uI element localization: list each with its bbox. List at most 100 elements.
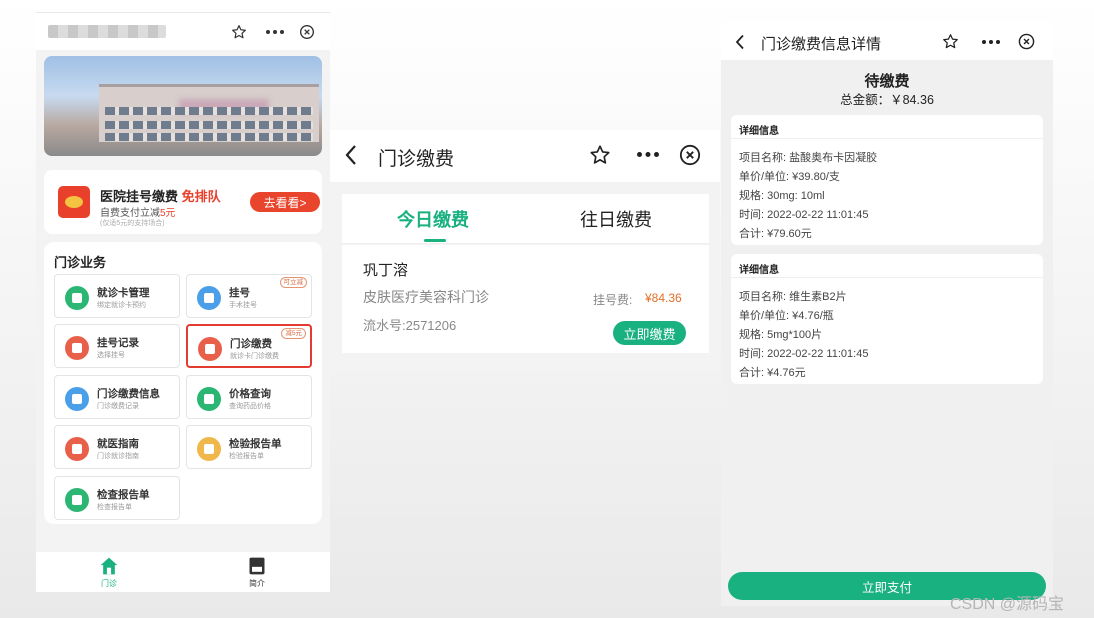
nav-bar: 门诊缴费 xyxy=(330,130,720,182)
outpatient-services-card: 门诊业务 就诊卡管理 绑定就诊卡预约 挂号 手术挂号 可立减 挂号记录 选择挂号 门诊缴费 就诊… xyxy=(44,242,322,524)
subtotal: 合计: ¥4.76元 xyxy=(739,367,806,379)
more-icon[interactable] xyxy=(264,23,286,41)
unit-price: 单价/单位: ¥39.80/支 xyxy=(739,171,840,183)
service-subtitle: 检查报告单 xyxy=(97,504,132,511)
fee-amount: ¥84.36 xyxy=(645,291,682,305)
service-subtitle: 选择挂号 xyxy=(97,352,125,359)
discount-badge: 可立减 xyxy=(279,277,307,288)
service-name: 价格查询 xyxy=(229,388,271,400)
fee-label: 挂号费: xyxy=(593,293,633,307)
page-title: 门诊缴费 xyxy=(378,149,455,170)
payment-status: 待缴费 xyxy=(864,73,910,90)
more-icon[interactable] xyxy=(636,151,660,158)
tab-today[interactable]: 今日缴费 xyxy=(397,206,469,232)
service-subtitle: 就诊卡门诊缴费 xyxy=(230,353,279,360)
service-button[interactable]: 挂号记录 选择挂号 xyxy=(54,324,180,368)
guide-icon xyxy=(65,437,89,461)
promo-title: 医院挂号缴费 免排队 xyxy=(100,189,221,204)
nav-bar: 门诊缴费信息详情 xyxy=(721,22,1053,60)
payment-detail-screen: 门诊缴费信息详情 待缴费 总金额：￥84.36 详细信息 项目名称: 盐酸奥布卡… xyxy=(721,22,1053,606)
more-icon[interactable] xyxy=(981,39,1001,45)
promo-subtitle: 自费支付立减5元 xyxy=(100,208,176,219)
subtotal: 合计: ¥79.60元 xyxy=(739,228,812,240)
mini-program-topbar xyxy=(36,12,330,50)
star-icon[interactable] xyxy=(942,33,959,50)
service-name: 挂号 xyxy=(229,287,250,299)
tab-outpatient[interactable]: 门诊 xyxy=(88,556,130,590)
service-button[interactable]: 价格查询查询药品价格 xyxy=(186,375,312,419)
close-icon[interactable] xyxy=(298,23,316,41)
service-subtitle: 查询药品价格 xyxy=(229,403,271,410)
service-button[interactable]: 检验报告单 检验报告单 xyxy=(186,425,312,469)
spec: 规格: 5mg*100片 xyxy=(739,329,823,341)
department: 皮肤医疗美容科门诊 xyxy=(363,289,489,305)
service-button[interactable]: 就医指南门诊就诊指南 xyxy=(54,425,180,469)
service-subtitle: 检验报告单 xyxy=(229,453,264,460)
promo-fine-print: (仅适5元的支持场合) xyxy=(100,220,165,227)
item-name: 项目名称: 维生素B2片 xyxy=(739,291,847,303)
back-icon[interactable] xyxy=(735,34,745,50)
service-button[interactable]: 门诊缴费信息门诊缴费记录 xyxy=(54,375,180,419)
hospital-banner-image xyxy=(44,56,322,156)
section-title: 门诊业务 xyxy=(54,255,107,270)
detail-card-2: 详细信息 项目名称: 维生素B2片 单价/单位: ¥4.76/瓶 规格: 5mg… xyxy=(731,254,1043,384)
payment-list-screen: 门诊缴费 今日缴费 往日缴费 巩丁溶 皮肤医疗美容科门诊 流水号:2571206… xyxy=(330,130,720,370)
back-icon[interactable] xyxy=(344,144,358,166)
service-button[interactable]: 就诊卡管理绑定就诊卡预约 xyxy=(54,274,180,318)
service-name: 门诊缴费 xyxy=(230,338,272,350)
service-subtitle: 手术挂号 xyxy=(229,302,257,309)
unit-price: 单价/单位: ¥4.76/瓶 xyxy=(739,310,834,322)
time: 时间: 2022-02-22 11:01:45 xyxy=(739,209,869,221)
service-subtitle: 绑定就诊卡预约 xyxy=(97,302,146,309)
service-name: 就医指南 xyxy=(97,438,139,450)
pay-now-button[interactable]: 立即缴费 xyxy=(613,321,686,345)
wallet-icon xyxy=(198,337,222,361)
service-button[interactable]: 挂号手术挂号 可立减 xyxy=(186,274,312,318)
active-tab-indicator xyxy=(424,239,446,242)
detail-card-1: 详细信息 项目名称: 盐酸奥布卡因凝胶 单价/单位: ¥39.80/支 规格: … xyxy=(731,115,1043,245)
csdn-watermark: CSDN @源码宝 xyxy=(950,596,1065,613)
tab-label: 门诊 xyxy=(101,579,117,588)
detail-header: 详细信息 xyxy=(739,265,779,276)
tab-history[interactable]: 往日缴费 xyxy=(580,206,652,232)
intro-icon xyxy=(247,556,267,576)
item-name: 项目名称: 盐酸奥布卡因凝胶 xyxy=(739,152,878,164)
service-name: 就诊卡管理 xyxy=(97,287,150,299)
close-icon[interactable] xyxy=(1018,33,1035,50)
tab-intro[interactable]: 简介 xyxy=(236,556,278,590)
close-icon[interactable] xyxy=(679,144,701,166)
payment-tabs: 今日缴费 往日缴费 xyxy=(342,194,709,244)
service-name: 检查报告单 xyxy=(97,489,150,501)
price-icon xyxy=(197,387,221,411)
red-packet-icon xyxy=(58,186,90,218)
service-name: 挂号记录 xyxy=(97,337,139,349)
time: 时间: 2022-02-22 11:01:45 xyxy=(739,348,869,360)
blurred-app-title xyxy=(48,25,166,38)
home-icon xyxy=(99,556,119,576)
service-subtitle: 门诊就诊指南 xyxy=(97,453,139,460)
spec: 规格: 30mg: 10ml xyxy=(739,190,825,202)
star-icon[interactable] xyxy=(230,23,248,41)
payment-record-card[interactable]: 巩丁溶 皮肤医疗美容科门诊 流水号:2571206 挂号费: ¥84.36 立即… xyxy=(342,245,709,353)
service-name: 检验报告单 xyxy=(229,438,282,450)
record-icon xyxy=(65,336,89,360)
service-name: 门诊缴费信息 xyxy=(97,388,160,400)
clock-icon xyxy=(197,286,221,310)
check-report-icon xyxy=(65,488,89,512)
bottom-tabbar: 门诊 简介 xyxy=(36,552,330,592)
home-screen: 医院挂号缴费 免排队 自费支付立减5元 (仅适5元的支持场合) 去看看> 门诊业… xyxy=(36,12,330,592)
report-icon xyxy=(197,437,221,461)
service-subtitle: 门诊缴费记录 xyxy=(97,403,139,410)
discount-badge: 减5元 xyxy=(281,328,306,339)
detail-header: 详细信息 xyxy=(739,126,779,137)
star-icon[interactable] xyxy=(589,144,611,166)
serial-number: 流水号:2571206 xyxy=(363,318,457,333)
service-button[interactable]: 门诊缴费就诊卡门诊缴费 减5元 xyxy=(186,324,312,368)
promo-go-button[interactable]: 去看看> xyxy=(250,192,320,212)
hospital-building xyxy=(99,84,319,142)
total-amount: 总金额：￥84.36 xyxy=(840,93,934,107)
page-title: 门诊缴费信息详情 xyxy=(761,36,882,53)
tab-label: 简介 xyxy=(249,579,265,588)
promo-banner[interactable]: 医院挂号缴费 免排队 自费支付立减5元 (仅适5元的支持场合) 去看看> xyxy=(44,170,322,234)
service-button[interactable]: 检查报告单 检查报告单 xyxy=(54,476,180,520)
